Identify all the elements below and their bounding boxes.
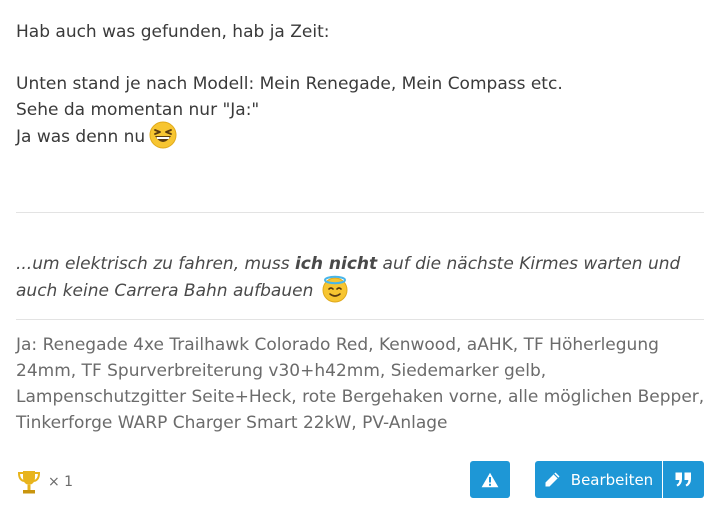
post-line: Sehe da momentan nur "Ja:" [16,100,260,120]
post-line: Hab auch was gefunden, hab ja Zeit: [16,22,330,42]
reaction-summary[interactable]: × 1 [16,468,73,496]
halo-emoji-icon [322,275,348,303]
post-line: Ja was denn nu [16,121,706,151]
quote-bold-text: ich nicht [294,254,378,274]
signature: Ja: Renegade 4xe Trailhawk Colorado Red,… [16,335,705,433]
post-line-text: Ja was denn nu [16,127,146,147]
report-button[interactable] [470,461,510,498]
edit-button-label: Bearbeiten [570,470,654,489]
quote-text: ...um elektrisch zu fahren, muss [16,254,295,274]
post-line: Unten stand je nach Modell: Mein Renegad… [16,74,563,94]
quote-button[interactable] [663,461,704,498]
warning-icon [481,472,499,487]
reaction-count: × 1 [48,474,74,490]
divider [16,319,704,320]
quote-icon [675,472,691,487]
trophy-icon [17,471,41,494]
laughing-emoji-icon [149,121,177,149]
pencil-icon [545,472,560,487]
signature-quote: ...um elektrisch zu fahren, muss ich nic… [16,251,706,305]
edit-button[interactable]: Bearbeiten [535,461,662,498]
post-body: Hab auch was gefunden, hab ja Zeit: Unte… [16,19,706,151]
divider [16,212,704,213]
